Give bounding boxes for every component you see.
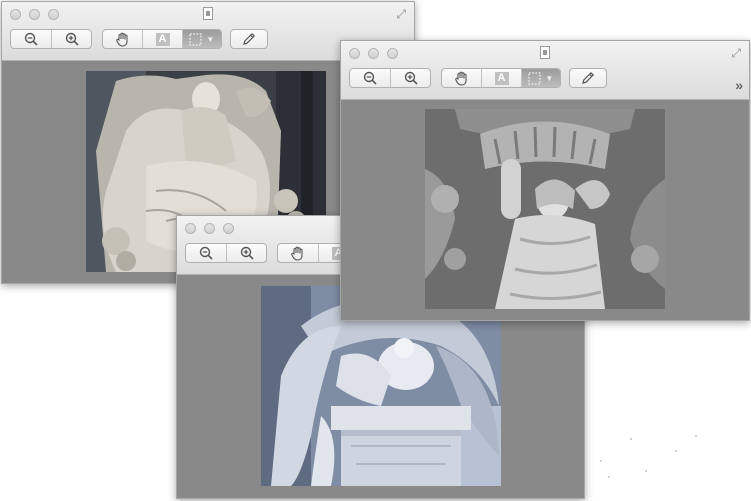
zoom-in-icon — [240, 246, 254, 260]
pencil-icon — [582, 71, 595, 84]
close-button[interactable] — [10, 9, 21, 20]
hand-icon — [115, 32, 128, 47]
traffic-lights — [185, 223, 234, 234]
traffic-lights — [349, 48, 398, 59]
zoom-out-icon — [24, 32, 38, 46]
markup-segment — [569, 68, 607, 88]
speck — [600, 460, 602, 462]
chevron-down-icon: ▼ — [545, 73, 554, 83]
speck — [608, 476, 610, 478]
zoom-out-icon — [363, 71, 377, 85]
zoom-in-icon — [404, 71, 418, 85]
zoom-button[interactable] — [48, 9, 59, 20]
minimize-button[interactable] — [29, 9, 40, 20]
zoom-out-icon — [199, 246, 213, 260]
image-canvas[interactable] — [341, 100, 749, 320]
speck — [645, 470, 647, 472]
rectangle-selection-icon — [189, 32, 203, 46]
pan-tool-button[interactable] — [278, 244, 318, 262]
tool-segment: A ▼ — [441, 68, 561, 88]
rectangle-selection-icon — [528, 71, 542, 85]
hand-icon — [454, 71, 467, 86]
zoom-segment — [185, 243, 267, 263]
markup-button[interactable] — [570, 69, 606, 87]
zoom-in-button[interactable] — [51, 30, 91, 48]
text-select-button[interactable]: A — [481, 69, 520, 87]
preview-window-caryatid[interactable]: ⤢ » A ▼ — [340, 40, 750, 321]
fullscreen-icon[interactable]: ⤢ — [396, 8, 406, 20]
speck — [675, 450, 677, 452]
zoom-out-button[interactable] — [11, 30, 51, 48]
zoom-in-button[interactable] — [226, 244, 266, 262]
zoom-in-icon — [65, 32, 79, 46]
zoom-button[interactable] — [387, 48, 398, 59]
chevron-down-icon: ▼ — [206, 34, 215, 44]
zoom-segment — [349, 68, 431, 88]
window-titlebar[interactable]: ⤢ » A ▼ — [341, 41, 749, 100]
hand-icon — [291, 246, 303, 261]
speck — [630, 438, 632, 440]
markup-segment — [230, 29, 268, 49]
fullscreen-icon[interactable]: ⤢ — [731, 47, 741, 59]
document-icon[interactable] — [540, 46, 550, 59]
zoom-out-button[interactable] — [186, 244, 226, 262]
minimize-button[interactable] — [204, 223, 215, 234]
close-button[interactable] — [349, 48, 360, 59]
markup-button[interactable] — [231, 30, 267, 48]
zoom-out-button[interactable] — [350, 69, 390, 87]
rect-select-button[interactable]: ▼ — [181, 30, 221, 48]
rect-select-button[interactable]: ▼ — [520, 69, 560, 87]
zoom-button[interactable] — [223, 223, 234, 234]
toolbar-overflow-icon[interactable]: » — [735, 78, 743, 92]
zoom-segment — [10, 29, 92, 49]
background-specks — [590, 430, 710, 480]
document-icon[interactable] — [203, 7, 213, 20]
statue-photo-caryatid[interactable] — [425, 109, 665, 309]
pencil-icon — [243, 32, 256, 45]
minimize-button[interactable] — [368, 48, 379, 59]
pan-tool-button[interactable] — [103, 30, 142, 48]
text-select-icon: A — [494, 71, 509, 85]
close-button[interactable] — [185, 223, 196, 234]
text-select-button[interactable]: A — [142, 30, 181, 48]
traffic-lights — [10, 9, 59, 20]
zoom-in-button[interactable] — [390, 69, 430, 87]
pan-tool-button[interactable] — [442, 69, 481, 87]
tool-segment: A ▼ — [102, 29, 222, 49]
text-select-icon: A — [155, 32, 170, 46]
speck — [695, 435, 697, 437]
